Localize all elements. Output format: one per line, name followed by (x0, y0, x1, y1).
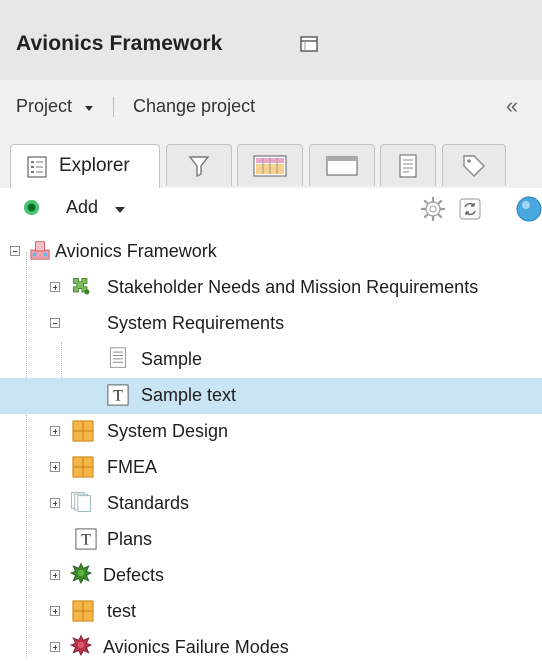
project-icon (30, 241, 50, 260)
info-icon[interactable] (516, 196, 542, 227)
tab-window[interactable] (309, 144, 375, 186)
tree-item-test[interactable]: test (0, 594, 542, 630)
requirements-icon (72, 277, 90, 295)
tree-item-label: Sample text (141, 385, 237, 405)
tree-item-label: Avionics Framework (55, 241, 217, 261)
explorer-toolbar: Add (0, 188, 542, 228)
tree-item-sample-text[interactable]: T Sample text (0, 378, 542, 414)
add-icon[interactable] (24, 200, 39, 215)
svg-text:T: T (81, 532, 91, 549)
project-bar: Project Change project « (0, 80, 542, 134)
svg-text:T: T (113, 388, 123, 405)
window-icon (326, 156, 358, 176)
tree-item-avionics-framework[interactable]: Avionics Framework (0, 234, 542, 270)
tree-item-label: Stakeholder Needs and Mission Requiremen… (107, 277, 479, 297)
expand-icon[interactable] (50, 282, 60, 292)
expand-icon[interactable] (50, 498, 60, 508)
tab-grid[interactable] (237, 144, 303, 186)
tree-item-label: Plans (107, 529, 153, 549)
grid-table-icon (72, 600, 94, 622)
pages-icon (71, 492, 91, 512)
tree-item-system-requirements[interactable]: System Requirements (0, 306, 542, 342)
tree-item-label: Defects (103, 565, 165, 585)
sync-icon[interactable] (459, 198, 481, 225)
grid-icon (253, 155, 287, 177)
tree-item-sample[interactable]: Sample (0, 342, 542, 378)
add-button[interactable]: Add (66, 197, 98, 218)
expand-icon[interactable] (50, 570, 60, 580)
expand-icon[interactable] (50, 462, 60, 472)
tab-document[interactable] (380, 144, 436, 186)
tab-explorer-label: Explorer (59, 155, 130, 176)
collapse-icon[interactable] (10, 246, 20, 256)
expand-icon[interactable] (50, 426, 60, 436)
document-lines-icon (109, 347, 127, 368)
explorer-icon (27, 156, 47, 178)
tab-tag[interactable] (442, 144, 506, 186)
tree-item-fmea[interactable]: FMEA (0, 450, 542, 486)
collapse-icon[interactable] (50, 318, 60, 328)
change-project-link[interactable]: Change project (133, 96, 255, 117)
explorer-tabs: Explorer (0, 134, 542, 189)
tree-item-label: Avionics Failure Modes (103, 637, 289, 657)
document-icon (399, 154, 417, 178)
expand-icon[interactable] (50, 606, 60, 616)
project-menu[interactable]: Project (16, 96, 72, 117)
tab-filter[interactable] (166, 144, 232, 186)
tab-explorer[interactable]: Explorer (10, 144, 160, 188)
caret-down-icon[interactable] (115, 207, 125, 213)
tree-item-label: System Requirements (107, 313, 285, 333)
tree-item-standards[interactable]: Standards (0, 486, 542, 522)
filter-icon (188, 156, 210, 178)
tree-item-defects[interactable]: Defects (0, 558, 542, 594)
text-icon: T (107, 384, 129, 406)
tree-item-label: Sample (141, 349, 203, 369)
tree-item-label: System Design (107, 421, 229, 441)
tag-icon (463, 155, 485, 177)
text-icon: T (75, 528, 97, 550)
bug-icon (70, 562, 92, 584)
grid-table-icon (72, 456, 94, 478)
panel-header: Avionics Framework (0, 0, 542, 80)
collapse-panel-button[interactable]: « (497, 92, 527, 120)
tree-item-label: FMEA (107, 457, 158, 477)
panel-icon[interactable] (300, 36, 318, 52)
tree-item-plans[interactable]: T Plans (0, 522, 542, 558)
tree-item-label: Standards (107, 493, 190, 513)
grid-table-icon (72, 420, 94, 442)
tree-item-system-design[interactable]: System Design (0, 414, 542, 450)
tree-item-label: test (107, 601, 137, 621)
caret-down-icon[interactable] (85, 106, 93, 111)
settings-icon[interactable] (420, 196, 446, 227)
panel-title: Avionics Framework (16, 32, 223, 55)
bug-red-icon (70, 634, 92, 656)
tree-item-stakeholder-needs[interactable]: Stakeholder Needs and Mission Requiremen… (0, 270, 542, 306)
expand-icon[interactable] (50, 642, 60, 652)
separator (113, 97, 114, 117)
explorer-tree: Avionics Framework Stakeholder Needs and… (0, 232, 542, 661)
